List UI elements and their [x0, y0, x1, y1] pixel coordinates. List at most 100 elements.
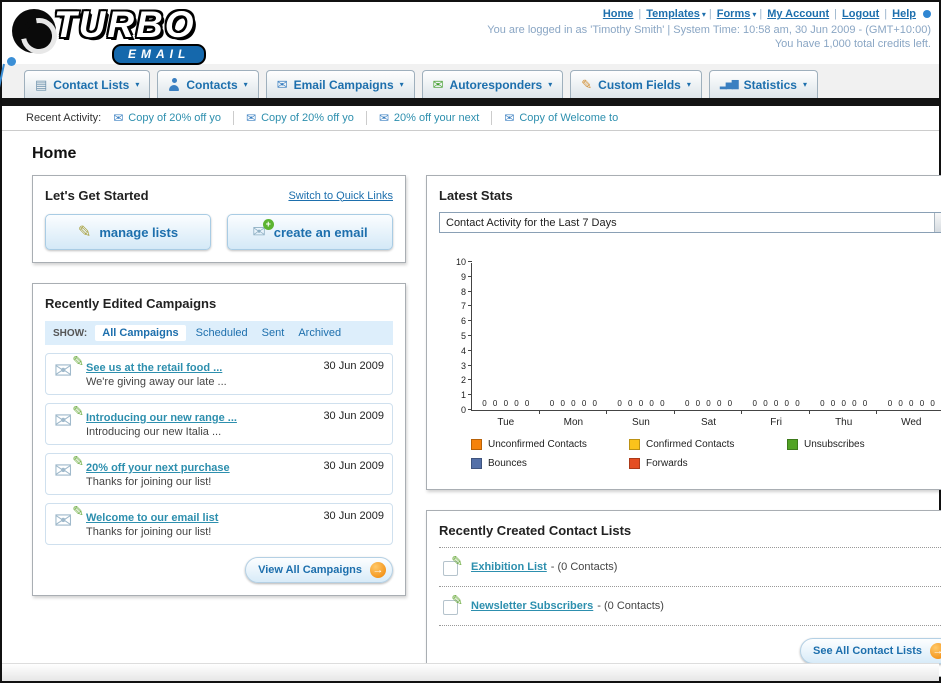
campaign-filter-sent[interactable]: Sent — [262, 327, 285, 339]
right-column: Latest Stats Contact Activity for the La… — [426, 175, 941, 697]
contact-list-link[interactable]: Exhibition List — [471, 561, 547, 573]
see-all-contact-lists-button[interactable]: See All Contact Lists → — [799, 638, 941, 664]
campaign-title-link[interactable]: Welcome to our email list — [86, 512, 218, 524]
arrow-right-icon: → — [930, 643, 941, 659]
contact-list-link[interactable]: Newsletter Subscribers — [471, 600, 593, 612]
see-all-contact-lists-label: See All Contact Lists — [812, 645, 922, 657]
chevron-down-icon: ▾ — [701, 10, 706, 19]
page-footer — [2, 663, 939, 681]
link-separator: | — [834, 8, 838, 20]
nav-tab-email-campaigns[interactable]: ✉ Email Campaigns ▾ — [265, 70, 415, 98]
header-link-logout[interactable]: Logout — [842, 8, 879, 20]
nav-tab-statistics[interactable]: ▂▅▇ Statistics ▾ — [708, 70, 818, 98]
campaign-list-item: ✉ ✎ Welcome to our email list Thanks for jo… — [45, 503, 393, 545]
campaign-filter-all-campaigns[interactable]: All Campaigns — [95, 325, 186, 341]
campaign-date: 30 Jun 2009 — [323, 460, 384, 472]
nav-tab-contact-lists[interactable]: ▤ Contact Lists ▾ — [24, 70, 151, 98]
left-column: Let's Get Started Switch to Quick Links … — [32, 175, 406, 616]
campaign-date: 30 Jun 2009 — [323, 510, 384, 522]
credits-info: You have 1,000 total credits left. — [774, 38, 931, 50]
chart-group-wed: 0 0 0 0 0 Wed — [877, 263, 941, 428]
legend-label: Unconfirmed Contacts — [488, 439, 587, 450]
nav-tab-label: Autoresponders — [449, 77, 543, 92]
x-axis-label: Thu — [835, 417, 853, 428]
activity-item-label: Copy of Welcome to — [519, 112, 619, 124]
campaign-filter-archived[interactable]: Archived — [298, 327, 341, 339]
nav-tab-autoresponders[interactable]: ✉ Autoresponders ▾ — [421, 70, 564, 98]
recent-activity-item[interactable]: ✉ 20% off your next — [379, 111, 493, 125]
legend-row: Unconfirmed Contacts Confirmed Contacts Un… — [471, 439, 941, 450]
contact-list-count: - (0 Contacts) — [597, 600, 664, 612]
campaign-title-link[interactable]: See us at the retail food ... — [86, 362, 222, 374]
link-separator: | — [884, 8, 888, 20]
envelope-pencil-icon: ✉ ✎ — [54, 503, 86, 534]
nav-tab-label: Email Campaigns — [293, 77, 394, 92]
chart-group-mon: 0 0 0 0 0 Mon — [540, 263, 608, 428]
pencil-icon: ✎ — [451, 592, 463, 608]
y-axis-tick-label: 4 — [460, 345, 466, 356]
recent-activity-items: ✉ Copy of 20% off yo ✉ Copy of 20% off yo ✉ 2… — [113, 111, 642, 125]
header-link-my-account[interactable]: My Account — [767, 8, 829, 20]
custom-fields-icon: ✎ — [581, 77, 593, 92]
header-link-help[interactable]: Help — [892, 8, 916, 20]
y-axis-tick-label: 0 — [460, 405, 466, 415]
campaign-text: 20% off your next purchase Thanks for joi… — [86, 460, 315, 488]
contact-lists: ✎ Exhibition List - (0 Contacts) ✎ Newslett… — [439, 548, 941, 626]
chevron-down-icon: ▾ — [243, 80, 248, 89]
x-axis-label: Fri — [770, 417, 782, 428]
chart-bar-values: 0 0 0 0 0 — [617, 399, 665, 408]
legend-swatch — [471, 458, 482, 469]
nav-tab-custom-fields[interactable]: ✎ Custom Fields ▾ — [570, 70, 702, 98]
chart-legend: Unconfirmed Contacts Confirmed Contacts Un… — [471, 439, 941, 469]
header-link-forms[interactable]: Forms — [717, 8, 751, 20]
stats-range-value: Contact Activity for the Last 7 Days — [446, 216, 617, 229]
campaign-filter-scheduled[interactable]: Scheduled — [196, 327, 248, 339]
header-link-home[interactable]: Home — [603, 8, 634, 20]
manage-lists-button[interactable]: ✎ manage lists — [45, 214, 211, 250]
list-pencil-icon: ✎ — [441, 592, 465, 615]
campaign-title-link[interactable]: 20% off your next purchase — [86, 462, 230, 474]
legend-swatch — [787, 439, 798, 450]
legend-label: Forwards — [646, 458, 688, 469]
recent-activity-item[interactable]: ✉ Copy of Welcome to — [504, 111, 630, 125]
get-started-panel: Let's Get Started Switch to Quick Links … — [32, 175, 406, 263]
recent-activity-item[interactable]: ✉ Copy of 20% off yo — [246, 111, 367, 125]
pencil-icon: ✎ — [72, 353, 84, 369]
header-link-templates[interactable]: Templates — [646, 8, 700, 20]
logo-subtext: EMAIL — [112, 44, 207, 65]
chevron-down-icon: ▾ — [752, 10, 757, 19]
manage-lists-label: manage lists — [99, 224, 179, 240]
y-axis-tick-label: 6 — [460, 316, 466, 327]
header-links: Home | Templates ▾ | Forms ▾ | My Account | Logout… — [487, 8, 931, 20]
campaign-list-item: ✉ ✎ See us at the retail food ... We're giv… — [45, 353, 393, 395]
y-axis-tick-label: 2 — [460, 375, 466, 386]
legend-row: Bounces Forwards — [471, 458, 941, 469]
campaign-text: See us at the retail food ... We're givin… — [86, 360, 315, 388]
campaign-filters: All Campaigns Scheduled Sent Archived — [95, 325, 355, 341]
y-axis-tick-label: 5 — [460, 331, 466, 341]
campaign-text: Welcome to our email list Thanks for join… — [86, 510, 315, 538]
recent-activity-item[interactable]: ✉ Copy of 20% off yo — [113, 111, 235, 125]
legend-swatch — [471, 439, 482, 450]
nav-tab-label: Contact Lists — [53, 77, 130, 92]
envelope-pencil-icon: ✉ ✎ — [54, 453, 86, 484]
nav-tab-contacts[interactable]: Contacts ▾ — [157, 70, 259, 98]
view-all-campaigns-button[interactable]: View All Campaigns → — [245, 557, 393, 583]
campaign-date: 30 Jun 2009 — [323, 410, 384, 422]
create-email-button[interactable]: ✉ + create an email — [227, 214, 393, 250]
legend-label: Unsubscribes — [804, 439, 865, 450]
chevron-down-icon: ▾ — [802, 80, 807, 89]
chart-plot-area: 0 1 2 3 4 5 6 7 8 9 10 0 0 0 0 0 Tue 0 0 0 0 0 Mon 0 0 … — [456, 257, 941, 428]
legend-swatch — [629, 458, 640, 469]
y-axis-tick-label: 10 — [455, 257, 466, 267]
stats-range-select[interactable]: Contact Activity for the Last 7 Days ▼ — [439, 212, 941, 233]
legend-swatch — [629, 439, 640, 450]
contact-lists-icon: ▤ — [35, 77, 48, 92]
y-axis-tick-label: 8 — [460, 286, 466, 297]
switch-to-quick-links-link[interactable]: Switch to Quick Links — [288, 190, 393, 202]
chart-bar-values: 0 0 0 0 0 — [482, 399, 530, 408]
chart-bar-values: 0 0 0 0 0 — [752, 399, 800, 408]
campaign-title-link[interactable]: Introducing our new range ... — [86, 412, 237, 424]
legend-item-unconfirmed-contacts: Unconfirmed Contacts — [471, 439, 629, 450]
link-separator: | — [759, 8, 763, 20]
